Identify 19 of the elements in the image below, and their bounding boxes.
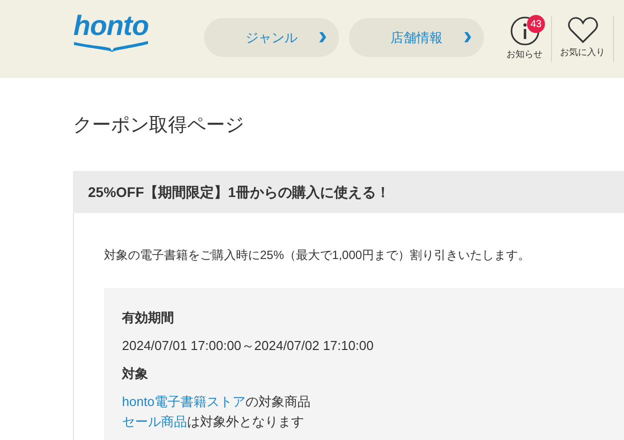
heart-icon (566, 16, 598, 44)
detail-text: は対象外となります (187, 414, 304, 429)
nav-button[interactable]: 店舗情報 › (349, 18, 484, 57)
page-title: クーポン取得ページ (73, 114, 245, 138)
info-icon (510, 16, 540, 46)
detail-text: の対象商品 (246, 394, 311, 409)
link[interactable]: セール商品 (122, 414, 187, 429)
coupon-description: 対象の電子書籍をご購入時に25%（最大で1,000円まで）割り引きいたします。 (104, 247, 532, 264)
nav-button[interactable]: ジャンル › (204, 18, 339, 57)
notification-badge: 43 (527, 15, 545, 33)
validity-period: 2024/07/01 17:00:00～2024/07/02 17:10:00 (122, 337, 375, 355)
detail-heading: 対象 (122, 365, 149, 383)
coupon-title: 25%OFF【期間限定】1冊からの購入に使える！ (88, 182, 390, 202)
favorites-button[interactable]: お気に入り (552, 16, 614, 62)
notifications-button[interactable]: 43 お知らせ (504, 16, 552, 62)
logo-wave-icon (72, 40, 150, 52)
link[interactable]: honto電子書籍ストア (122, 394, 246, 409)
detail-heading: 有効期間 (122, 309, 175, 327)
logo[interactable]: honto (73, 12, 149, 40)
